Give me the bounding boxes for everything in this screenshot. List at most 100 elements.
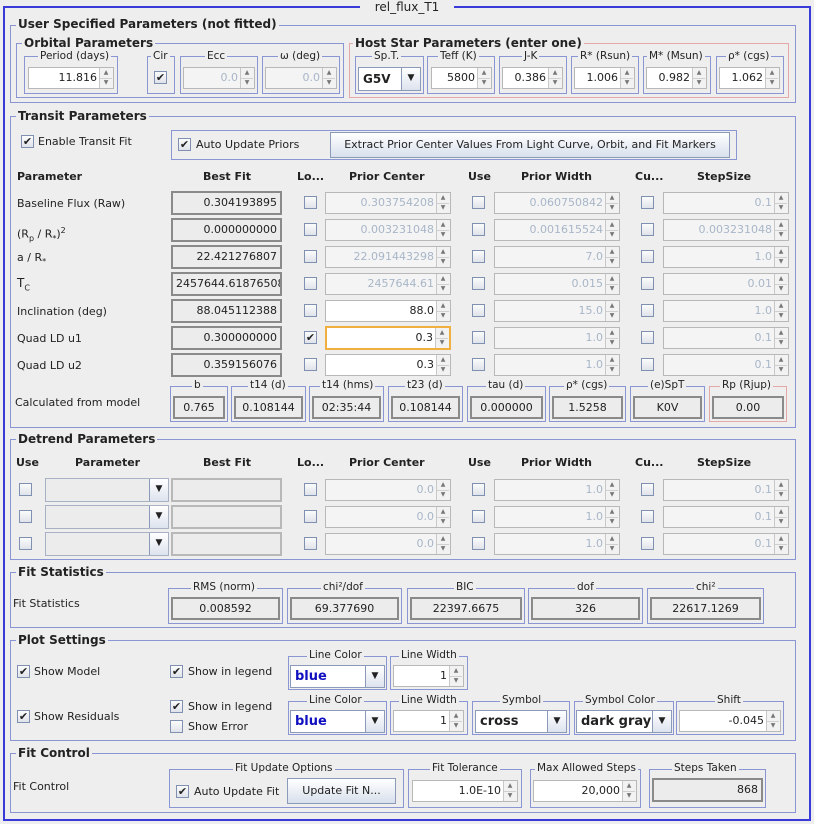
detrend-prior-width[interactable]: 1.0 ▲ ▼ xyxy=(494,479,620,501)
spt-select[interactable]: G5V ▼ xyxy=(358,67,421,91)
lock-checkbox-inclination[interactable] xyxy=(304,304,317,317)
rstar-spinner[interactable]: 1.006 ▲ ▼ xyxy=(574,67,635,89)
lock-checkbox-rp-rstar[interactable] xyxy=(304,223,317,236)
detrend-custom-checkbox[interactable] xyxy=(641,483,654,496)
step-ld-u1[interactable]: 0.1 ▲ ▼ xyxy=(663,327,789,349)
prior-center-inclination[interactable]: 88.0 ▲ ▼ xyxy=(325,300,451,322)
show-error-checkbox[interactable] xyxy=(170,720,183,733)
use-checkbox-tc[interactable] xyxy=(472,277,485,290)
detrend-use2-checkbox[interactable] xyxy=(472,483,485,496)
step-ld-u2[interactable]: 0.1 ▲ ▼ xyxy=(663,354,789,376)
detrend-prior-center[interactable]: 0.0 ▲ ▼ xyxy=(325,479,451,501)
use-checkbox-a-rstar[interactable] xyxy=(472,250,485,263)
detrend-parameter-select[interactable]: ▼ xyxy=(45,532,169,556)
omega-spinner[interactable]: 0.0 ▲ ▼ xyxy=(265,67,337,89)
use-checkbox-rp-rstar[interactable] xyxy=(472,223,485,236)
auto-update-checkbox[interactable]: ✔ xyxy=(176,785,189,798)
detrend-parameter-select[interactable]: ▼ xyxy=(45,478,169,502)
model-legend-checkbox[interactable]: ✔ xyxy=(170,665,183,678)
period-spinner[interactable]: 11.816 ▲ ▼ xyxy=(28,67,114,89)
chevron-down-icon[interactable]: ▼ xyxy=(401,68,420,90)
model-color-select[interactable]: blue ▼ xyxy=(290,665,385,688)
chevron-down-icon[interactable]: ▼ xyxy=(149,506,168,528)
lock-checkbox-tc[interactable] xyxy=(304,277,317,290)
detrend-use-checkbox[interactable] xyxy=(19,483,32,496)
custom-checkbox-ld-u2[interactable] xyxy=(641,358,654,371)
detrend-prior-center[interactable]: 0.0 ▲ ▼ xyxy=(325,506,451,528)
rho-spinner[interactable]: 1.062 ▲ ▼ xyxy=(719,67,780,89)
use-checkbox-ld-u2[interactable] xyxy=(472,358,485,371)
show-residuals-checkbox[interactable]: ✔ xyxy=(17,710,30,723)
cir-checkbox[interactable]: ✔ xyxy=(154,71,167,84)
show-model-checkbox[interactable]: ✔ xyxy=(17,665,30,678)
symbol-select[interactable]: cross ▼ xyxy=(475,710,567,733)
chevron-down-icon[interactable]: ▼ xyxy=(547,711,566,732)
step-inclination[interactable]: 1.0 ▲ ▼ xyxy=(663,300,789,322)
res-legend-checkbox[interactable]: ✔ xyxy=(170,700,183,713)
detrend-prior-width[interactable]: 1.0 ▲ ▼ xyxy=(494,533,620,555)
use-checkbox-inclination[interactable] xyxy=(472,304,485,317)
custom-checkbox-baseline[interactable] xyxy=(641,196,654,209)
model-width-spinner[interactable]: 1 ▲ ▼ xyxy=(393,665,464,687)
chevron-down-icon[interactable]: ▼ xyxy=(652,711,671,732)
detrend-lock-checkbox[interactable] xyxy=(304,537,317,550)
tolerance-spinner[interactable]: 1.0E-10 ▲ ▼ xyxy=(412,780,518,802)
prior-center-a-rstar[interactable]: 22.091443298 ▲ ▼ xyxy=(325,246,451,268)
prior-center-rp-rstar[interactable]: 0.003231048 ▲ ▼ xyxy=(325,219,451,241)
detrend-prior-width[interactable]: 1.0 ▲ ▼ xyxy=(494,506,620,528)
detrend-step[interactable]: 0.1 ▲ ▼ xyxy=(663,506,789,528)
detrend-use2-checkbox[interactable] xyxy=(472,510,485,523)
step-a-rstar[interactable]: 1.0 ▲ ▼ xyxy=(663,246,789,268)
prior-width-inclination[interactable]: 15.0 ▲ ▼ xyxy=(494,300,620,322)
detrend-lock-checkbox[interactable] xyxy=(304,510,317,523)
custom-checkbox-ld-u1[interactable] xyxy=(641,331,654,344)
detrend-use-checkbox[interactable] xyxy=(19,510,32,523)
shift-spinner[interactable]: -0.045 ▲ ▼ xyxy=(679,710,781,732)
max-steps-spinner[interactable]: 20,000 ▲ ▼ xyxy=(533,780,637,802)
symbol-color-select[interactable]: dark gray ▼ xyxy=(576,710,672,733)
custom-checkbox-inclination[interactable] xyxy=(641,304,654,317)
use-checkbox-baseline[interactable] xyxy=(472,196,485,209)
ecc-spinner[interactable]: 0.0 ▲ ▼ xyxy=(183,67,255,89)
custom-checkbox-rp-rstar[interactable] xyxy=(641,223,654,236)
detrend-custom-checkbox[interactable] xyxy=(641,510,654,523)
prior-center-ld-u2[interactable]: 0.3 ▲ ▼ xyxy=(325,354,451,376)
res-color-select[interactable]: blue ▼ xyxy=(290,710,385,733)
auto-priors-checkbox[interactable]: ✔ xyxy=(178,138,191,151)
detrend-use2-checkbox[interactable] xyxy=(472,537,485,550)
teff-spinner[interactable]: 5800 ▲ ▼ xyxy=(431,67,492,89)
prior-width-rp-rstar[interactable]: 0.001615524 ▲ ▼ xyxy=(494,219,620,241)
jk-spinner[interactable]: 0.386 ▲ ▼ xyxy=(502,67,563,89)
custom-checkbox-a-rstar[interactable] xyxy=(641,250,654,263)
chevron-down-icon[interactable]: ▼ xyxy=(365,666,384,687)
step-rp-rstar[interactable]: 0.003231048 ▲ ▼ xyxy=(663,219,789,241)
chevron-down-icon[interactable]: ▼ xyxy=(149,533,168,555)
res-width-spinner[interactable]: 1 ▲ ▼ xyxy=(393,710,464,732)
detrend-lock-checkbox[interactable] xyxy=(304,483,317,496)
use-checkbox-ld-u1[interactable] xyxy=(472,331,485,344)
extract-priors-button[interactable]: Extract Prior Center Values From Light C… xyxy=(330,132,730,158)
lock-checkbox-ld-u2[interactable] xyxy=(304,358,317,371)
detrend-step[interactable]: 0.1 ▲ ▼ xyxy=(663,533,789,555)
step-tc[interactable]: 0.01 ▲ ▼ xyxy=(663,273,789,295)
prior-center-ld-u1[interactable]: 0.3 ▲ ▼ xyxy=(325,326,451,350)
prior-center-tc[interactable]: 2457644.61 ▲ ▼ xyxy=(325,273,451,295)
enable-transit-checkbox[interactable]: ✔ xyxy=(21,135,34,148)
mstar-spinner[interactable]: 0.982 ▲ ▼ xyxy=(646,67,707,89)
prior-width-ld-u2[interactable]: 1.0 ▲ ▼ xyxy=(494,354,620,376)
prior-width-a-rstar[interactable]: 7.0 ▲ ▼ xyxy=(494,246,620,268)
lock-checkbox-baseline[interactable] xyxy=(304,196,317,209)
detrend-prior-center[interactable]: 0.0 ▲ ▼ xyxy=(325,533,451,555)
chevron-down-icon[interactable]: ▼ xyxy=(149,479,168,501)
detrend-custom-checkbox[interactable] xyxy=(641,537,654,550)
detrend-parameter-select[interactable]: ▼ xyxy=(45,505,169,529)
detrend-step[interactable]: 0.1 ▲ ▼ xyxy=(663,479,789,501)
custom-checkbox-tc[interactable] xyxy=(641,277,654,290)
update-fit-button[interactable]: Update Fit N... xyxy=(287,778,396,804)
detrend-use-checkbox[interactable] xyxy=(19,537,32,550)
prior-width-ld-u1[interactable]: 1.0 ▲ ▼ xyxy=(494,327,620,349)
lock-checkbox-ld-u1[interactable]: ✔ xyxy=(304,331,317,344)
prior-width-tc[interactable]: 0.015 ▲ ▼ xyxy=(494,273,620,295)
prior-width-baseline[interactable]: 0.060750842 ▲ ▼ xyxy=(494,192,620,214)
prior-center-baseline[interactable]: 0.303754208 ▲ ▼ xyxy=(325,192,451,214)
